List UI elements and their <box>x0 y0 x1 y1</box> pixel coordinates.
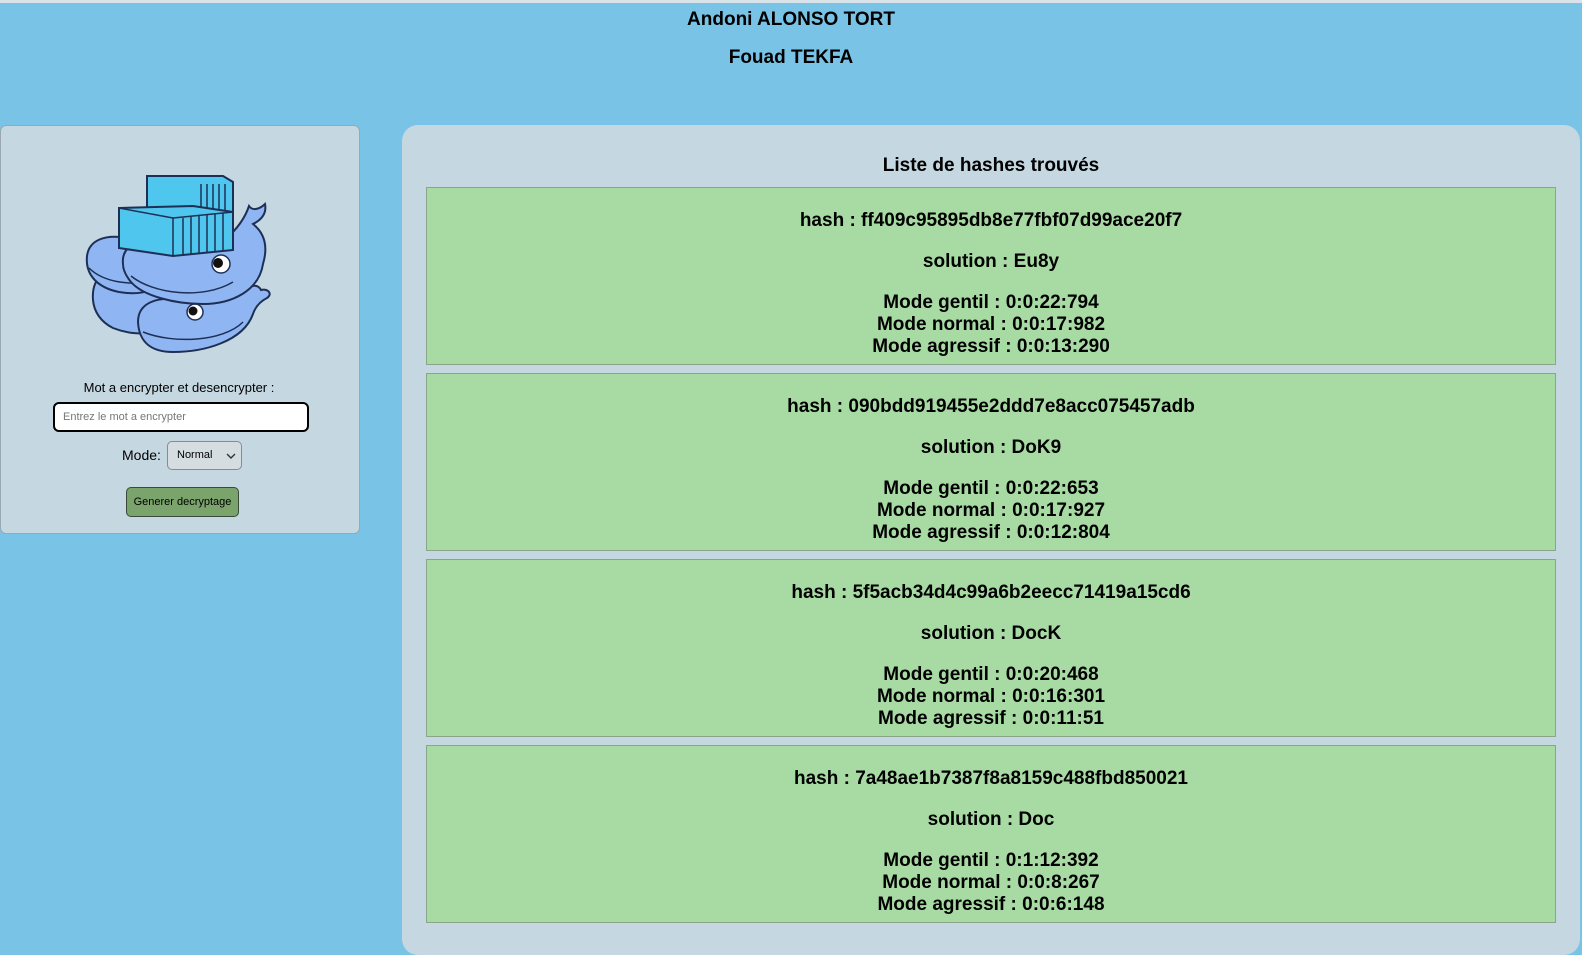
solution-value: solution : Eu8y <box>922 251 1060 272</box>
results-panel: Liste de hashes trouvés hash : ff409c958… <box>402 125 1580 955</box>
word-input[interactable] <box>53 402 309 432</box>
mode-normal-time: Mode normal : 0:0:16:301 <box>876 686 1106 707</box>
mode-normal-time: Mode normal : 0:0:17:927 <box>876 500 1106 521</box>
hash-value: hash : 5f5acb34d4c99a6b2eecc71419a15cd6 <box>791 582 1191 603</box>
mode-agressif-time: Mode agressif : 0:0:12:804 <box>872 522 1110 543</box>
hash-card: hash : 7a48ae1b7387f8a8159c488fbd850021 … <box>426 745 1556 923</box>
mode-agressif-time: Mode agressif : 0:0:6:148 <box>877 894 1105 915</box>
mode-normal-time: Mode normal : 0:0:8:267 <box>882 872 1100 893</box>
mode-select[interactable]: Normal <box>167 441 242 470</box>
docker-whales-logo-icon <box>85 175 271 354</box>
word-input-label: Mot a encrypter et desencrypter : <box>83 380 275 395</box>
hash-value: hash : 090bdd919455e2ddd7e8acc075457adb <box>787 396 1195 417</box>
mode-agressif-time: Mode agressif : 0:0:13:290 <box>872 336 1110 357</box>
mode-gentil-time: Mode gentil : 0:0:20:468 <box>883 664 1099 685</box>
mode-select-value: Normal <box>177 449 213 461</box>
hash-value: hash : ff409c95895db8e77fbf07d99ace20f7 <box>799 210 1183 231</box>
chevron-down-icon <box>226 453 236 459</box>
mode-label: Mode: <box>122 447 161 463</box>
mode-agressif-time: Mode agressif : 0:0:11:51 <box>878 708 1104 729</box>
mode-gentil-time: Mode gentil : 0:1:12:392 <box>883 850 1099 871</box>
hash-card: hash : 090bdd919455e2ddd7e8acc075457adb … <box>426 373 1556 551</box>
mode-gentil-time: Mode gentil : 0:0:22:653 <box>883 478 1099 499</box>
hash-card: hash : ff409c95895db8e77fbf07d99ace20f7 … <box>426 187 1556 365</box>
generate-decryption-button[interactable]: Generer decryptage <box>126 487 239 517</box>
hash-card: hash : 5f5acb34d4c99a6b2eecc71419a15cd6 … <box>426 559 1556 737</box>
hash-value: hash : 7a48ae1b7387f8a8159c488fbd850021 <box>793 768 1188 789</box>
mode-timings: Mode gentil : 0:0:20:468 Mode normal : 0… <box>427 664 1555 730</box>
solution-value: solution : DocK <box>920 623 1062 644</box>
solution-value: solution : Doc <box>927 809 1055 830</box>
author-name-1: Andoni ALONSO TORT <box>687 9 895 30</box>
mode-timings: Mode gentil : 0:0:22:794 Mode normal : 0… <box>427 292 1555 358</box>
mode-timings: Mode gentil : 0:0:22:653 Mode normal : 0… <box>427 478 1555 544</box>
author-name-2: Fouad TEKFA <box>728 47 854 68</box>
mode-gentil-time: Mode gentil : 0:0:22:794 <box>883 292 1099 313</box>
mode-normal-time: Mode normal : 0:0:17:982 <box>876 314 1106 335</box>
results-list: hash : ff409c95895db8e77fbf07d99ace20f7 … <box>426 187 1556 931</box>
solution-value: solution : DoK9 <box>920 437 1062 458</box>
results-title: Liste de hashes trouvés <box>882 155 1100 176</box>
encrypt-form-panel: Mot a encrypter et desencrypter : Mode: … <box>0 125 360 534</box>
mode-timings: Mode gentil : 0:1:12:392 Mode normal : 0… <box>427 850 1555 916</box>
